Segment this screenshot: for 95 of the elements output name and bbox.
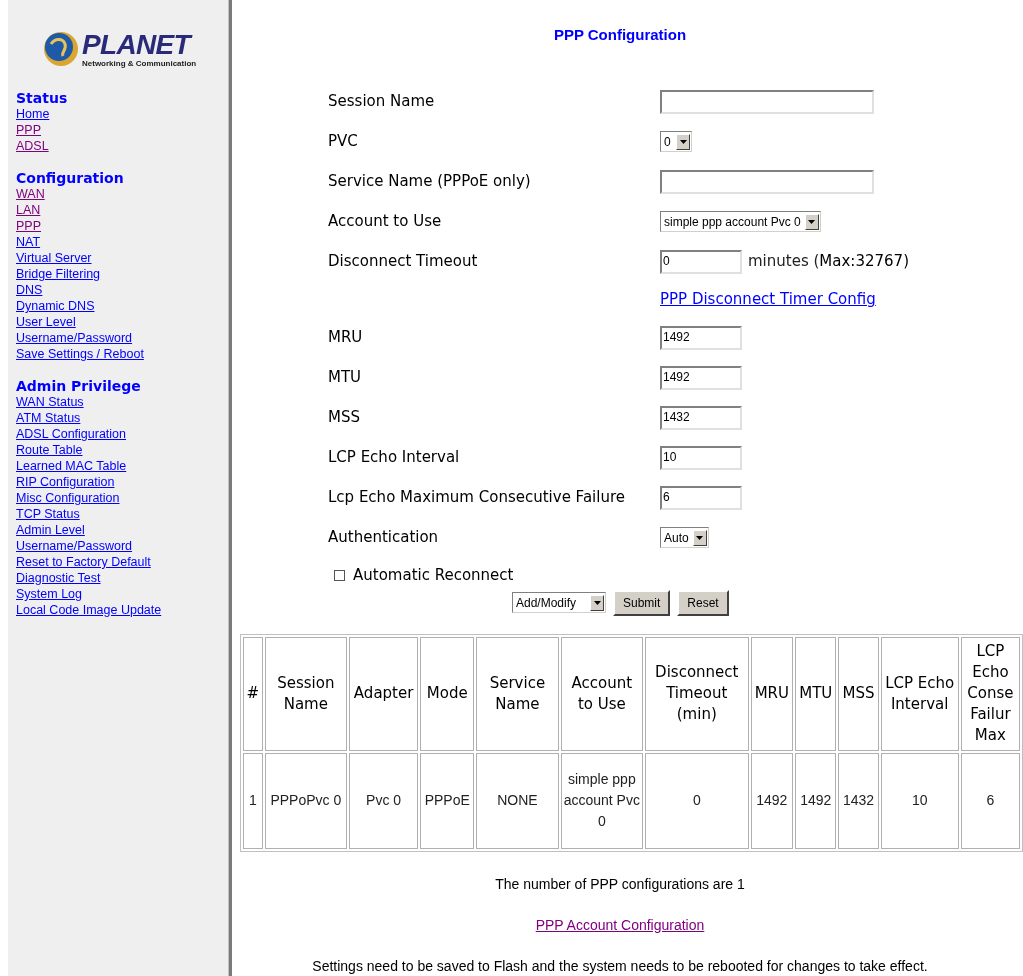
sidebar-link[interactable]: Reset to Factory Default bbox=[16, 554, 151, 570]
sidebar-link[interactable]: Bridge Filtering bbox=[16, 266, 101, 282]
field-label: Account to Use bbox=[328, 211, 443, 233]
table-cell: 1492 bbox=[795, 752, 837, 849]
caret-icon bbox=[804, 213, 819, 230]
field-hint: minutes (Max:32767) bbox=[748, 251, 909, 273]
caret-icon bbox=[676, 133, 690, 150]
column-header: Disconnect Timeout (min) bbox=[645, 636, 749, 751]
sidebar-link[interactable]: LAN bbox=[16, 202, 41, 218]
form-button[interactable]: Submit bbox=[613, 589, 671, 616]
column-header: Mode bbox=[420, 636, 475, 751]
dropdown[interactable]: simple ppp account Pvc 0 bbox=[660, 211, 821, 232]
caret-icon bbox=[590, 594, 604, 611]
sidebar-link[interactable]: System Log bbox=[16, 586, 82, 602]
sidebar-link[interactable]: Username/Password bbox=[16, 330, 132, 346]
caret-icon bbox=[692, 529, 707, 546]
account-config-link[interactable]: PPP Account Configuration bbox=[535, 914, 705, 936]
save-note: Settings need to be saved to Flash and the system needs to be rebooted for changes to take effect. bbox=[312, 956, 928, 976]
page-title: PPP Configuration bbox=[553, 25, 687, 45]
column-header: LCP Echo Conse Failur Max bbox=[960, 636, 1020, 751]
sidebar-link[interactable]: TCP Status bbox=[16, 506, 80, 522]
column-header: Service Name bbox=[476, 636, 559, 751]
section-heading: Status bbox=[16, 90, 69, 106]
sidebar-link[interactable]: Home bbox=[16, 106, 50, 122]
table-cell: Pvc 0 bbox=[349, 752, 419, 849]
sidebar-link[interactable]: User Level bbox=[16, 314, 76, 330]
input-field[interactable]: 1492 bbox=[660, 325, 742, 350]
globe-icon bbox=[42, 30, 80, 68]
table-cell: 1 bbox=[243, 752, 263, 849]
sidebar-link[interactable]: Admin Level bbox=[16, 522, 85, 538]
input-field[interactable]: 0 bbox=[660, 249, 742, 274]
column-header: Adapter bbox=[349, 636, 419, 751]
field-label: Authentication bbox=[328, 527, 440, 549]
column-header: MRU bbox=[750, 636, 794, 751]
input-field[interactable] bbox=[660, 169, 874, 194]
table-cell: PPPoE bbox=[420, 752, 475, 849]
sidebar-link[interactable]: DNS bbox=[16, 282, 43, 298]
input-field[interactable]: 1432 bbox=[660, 405, 742, 430]
column-header: LCP Echo Interval bbox=[880, 636, 959, 751]
field-label: MRU bbox=[328, 327, 364, 349]
logo-text: PLANET bbox=[82, 30, 197, 59]
table-cell: 0 bbox=[645, 752, 749, 849]
table-cell: 10 bbox=[880, 752, 959, 849]
field-label: Disconnect Timeout bbox=[328, 251, 479, 273]
summary-text: The number of PPP configurations are 1 bbox=[495, 874, 745, 894]
column-header: Session Name bbox=[264, 636, 347, 751]
sidebar-link[interactable]: Route Table bbox=[16, 442, 83, 458]
section-heading: Admin Privilege bbox=[16, 378, 142, 394]
input-field[interactable]: 1492 bbox=[660, 365, 742, 390]
dropdown[interactable]: 0 bbox=[660, 131, 692, 152]
column-header: Account to Use bbox=[560, 636, 643, 751]
column-header: MTU bbox=[795, 636, 837, 751]
sidebar-link[interactable]: ADSL Configuration bbox=[16, 426, 127, 442]
sidebar-link[interactable]: ATM Status bbox=[16, 410, 81, 426]
sidebar-link[interactable]: RIP Configuration bbox=[16, 474, 115, 490]
table-cell: 6 bbox=[960, 752, 1020, 849]
sidebar-link[interactable]: Diagnostic Test bbox=[16, 570, 101, 586]
timer-config-link[interactable]: PPP Disconnect Timer Config bbox=[660, 288, 876, 311]
sidebar-link[interactable]: PPP bbox=[16, 218, 41, 234]
column-header: # bbox=[243, 636, 263, 751]
input-field[interactable] bbox=[660, 89, 874, 114]
field-label: MTU bbox=[328, 367, 363, 389]
sidebar-link[interactable]: WAN bbox=[16, 186, 45, 202]
logo-tagline: Networking & Communication bbox=[82, 59, 197, 68]
field-label: Lcp Echo Maximum Consecutive Failure bbox=[328, 487, 626, 509]
dropdown[interactable]: Add/Modify bbox=[512, 592, 606, 613]
sidebar-link[interactable]: Misc Configuration bbox=[16, 490, 120, 506]
input-field[interactable]: 6 bbox=[660, 485, 742, 510]
table-cell: NONE bbox=[476, 752, 559, 849]
column-header: MSS bbox=[838, 636, 879, 751]
sidebar-link[interactable]: PPP bbox=[16, 122, 41, 138]
dropdown[interactable]: Auto bbox=[660, 527, 709, 548]
input-field[interactable]: 10 bbox=[660, 445, 742, 470]
checkbox-label: Automatic Reconnect bbox=[353, 565, 514, 587]
field-label: LCP Echo Interval bbox=[328, 447, 461, 469]
sidebar-link[interactable]: ADSL bbox=[16, 138, 49, 154]
sidebar-link[interactable]: Dynamic DNS bbox=[16, 298, 95, 314]
field-label: PVC bbox=[328, 131, 359, 153]
table-cell: 1492 bbox=[750, 752, 794, 849]
table-cell: PPPoPvc 0 bbox=[264, 752, 347, 849]
sidebar-link[interactable]: Local Code Image Update bbox=[16, 602, 162, 618]
sidebar-link[interactable]: WAN Status bbox=[16, 394, 84, 410]
field-label: Session Name bbox=[328, 91, 436, 113]
sidebar-link[interactable]: Save Settings / Reboot bbox=[16, 346, 144, 362]
table-cell: 1432 bbox=[838, 752, 879, 849]
table-cell: simple ppp account Pvc 0 bbox=[560, 752, 643, 849]
sidebar-link[interactable]: Virtual Server bbox=[16, 250, 92, 266]
section-heading: Configuration bbox=[16, 170, 125, 186]
sidebar-link[interactable]: Username/Password bbox=[16, 538, 132, 554]
checkbox[interactable] bbox=[334, 570, 345, 581]
sidebar-link[interactable]: NAT bbox=[16, 234, 41, 250]
sidebar-link[interactable]: Learned MAC Table bbox=[16, 458, 127, 474]
form-button[interactable]: Reset bbox=[677, 589, 729, 616]
field-label: Service Name (PPPoE only) bbox=[328, 171, 532, 193]
field-label: MSS bbox=[328, 407, 361, 429]
